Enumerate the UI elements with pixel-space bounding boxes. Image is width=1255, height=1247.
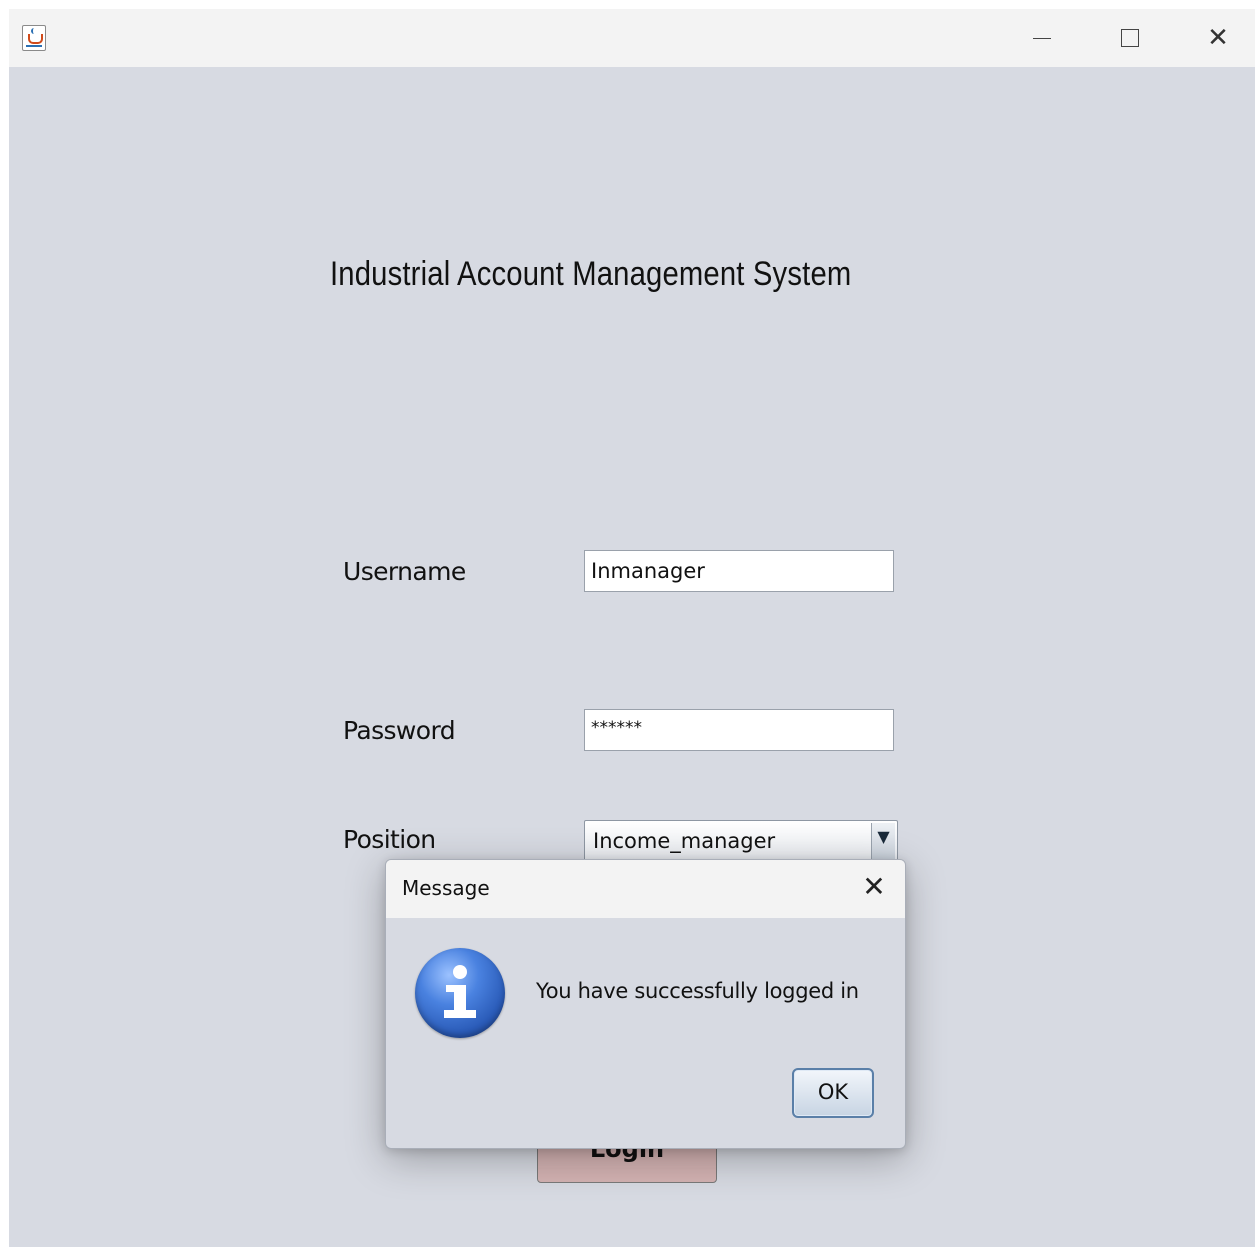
username-input[interactable]: Inmanager <box>584 550 894 592</box>
password-label: Password <box>343 716 456 745</box>
dialog-message: You have successfully logged in <box>536 979 859 1003</box>
position-select[interactable]: Income_manager ▼ <box>584 820 898 862</box>
maximize-icon <box>1121 29 1139 47</box>
maximize-button[interactable] <box>1101 9 1159 67</box>
close-window-button[interactable]: ✕ <box>1189 9 1247 67</box>
position-selected-value: Income_manager <box>593 829 776 853</box>
dialog-title: Message <box>402 876 490 900</box>
username-label: Username <box>343 557 466 586</box>
window-titlebar[interactable]: ✕ <box>9 9 1255 67</box>
minimize-button[interactable] <box>1013 9 1071 67</box>
dropdown-arrow-icon[interactable]: ▼ <box>871 823 895 859</box>
close-icon: ✕ <box>1207 23 1229 53</box>
ok-button[interactable]: OK <box>792 1068 874 1118</box>
password-input[interactable]: ****** <box>584 709 894 751</box>
info-icon <box>415 948 505 1038</box>
close-icon: ✕ <box>862 870 886 903</box>
minimize-icon <box>1033 37 1051 39</box>
message-dialog: Message ✕ You have successfully logged i… <box>385 859 906 1149</box>
dialog-close-button[interactable]: ✕ <box>857 870 891 904</box>
position-label: Position <box>343 825 436 854</box>
java-app-icon <box>22 25 46 51</box>
page-title: Industrial Account Management System <box>330 255 852 293</box>
dialog-titlebar[interactable]: Message ✕ <box>386 860 905 918</box>
